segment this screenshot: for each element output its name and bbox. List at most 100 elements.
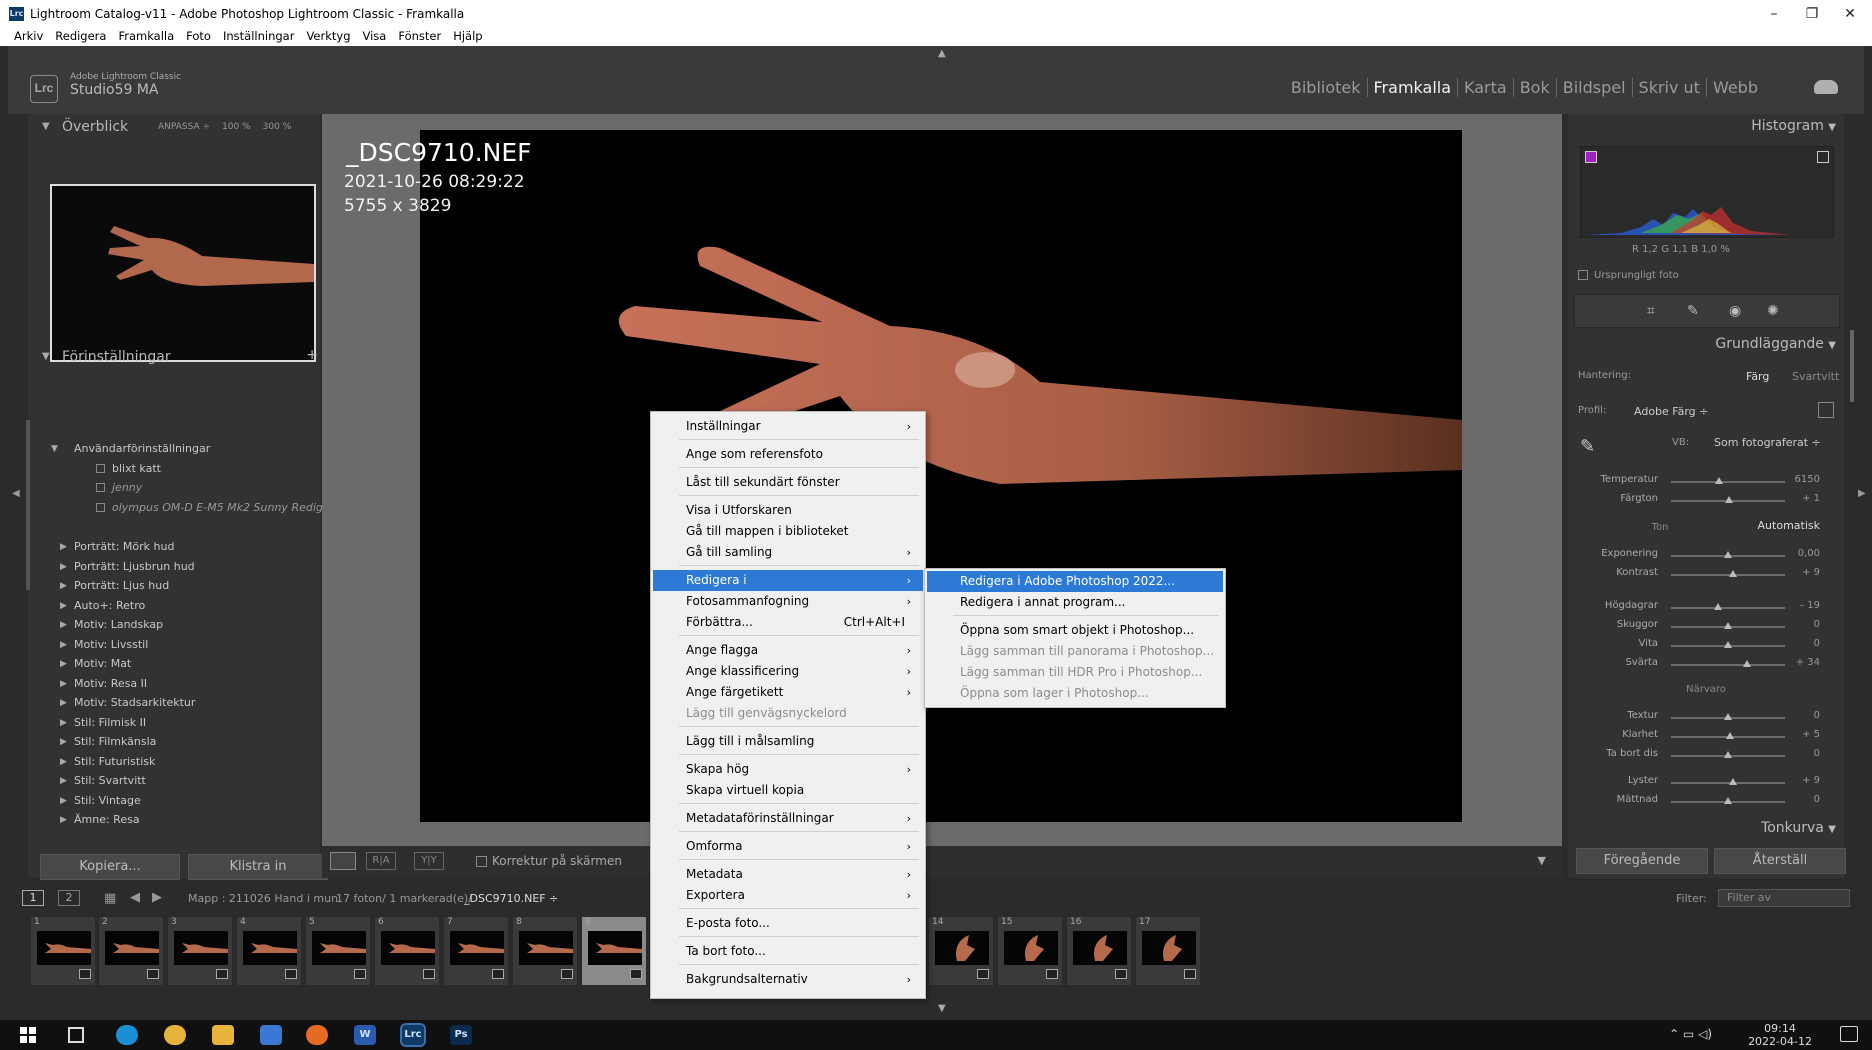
slider-handle[interactable]: [1728, 778, 1737, 785]
preset-group[interactable]: ▶ Porträtt: Ljus hud: [28, 577, 320, 595]
context-menu-item[interactable]: Skapa virtuell kopia: [653, 780, 923, 801]
taskbar-chrome-icon[interactable]: [164, 1025, 186, 1045]
previous-button[interactable]: Föregående: [1576, 848, 1708, 874]
filter-select[interactable]: Filter av: [1718, 889, 1850, 907]
crop-icon[interactable]: ⌗: [1647, 303, 1655, 319]
context-menu-item[interactable]: Ange flagga ›: [653, 640, 923, 661]
forward-arrow-icon[interactable]: ▶: [152, 890, 162, 905]
preset-group[interactable]: ▶ Auto+: Retro: [28, 597, 320, 615]
preset-item[interactable]: blixt katt: [28, 460, 320, 478]
module-webb[interactable]: Webb: [1705, 78, 1764, 97]
preset-item[interactable]: olympus OM-D E-M5 Mk2 Sunny Redigerad: [28, 499, 348, 517]
filmstrip-thumb[interactable]: 2: [98, 916, 164, 986]
taskbar-word-icon[interactable]: W: [354, 1025, 376, 1045]
slider-handle[interactable]: [1724, 751, 1732, 758]
slider-value[interactable]: – 19: [1786, 600, 1820, 611]
preset-group[interactable]: ▶ Motiv: Mat: [28, 655, 320, 673]
windows-start-icon[interactable]: [20, 1027, 36, 1043]
slider-row[interactable]: Textur 0: [1568, 710, 1844, 726]
taskbar-store-icon[interactable]: [260, 1025, 282, 1045]
auto-button[interactable]: Automatisk: [1758, 519, 1820, 532]
basic-panel-header[interactable]: Grundläggande ▼: [1715, 336, 1836, 352]
menu-redigera[interactable]: Redigera: [49, 28, 112, 45]
slider-value[interactable]: + 1: [1786, 493, 1820, 504]
tray-icons[interactable]: ⌃ ▭ ◁): [1669, 1027, 1712, 1041]
filmstrip-thumb[interactable]: 1: [30, 916, 96, 986]
photo-canvas[interactable]: [420, 130, 1462, 822]
healing-brush-icon[interactable]: ✎: [1687, 303, 1699, 319]
preset-group[interactable]: ▶ Stil: Vintage: [28, 792, 320, 810]
module-bok[interactable]: Bok: [1512, 78, 1556, 97]
filmstrip-thumb[interactable]: 7: [443, 916, 509, 986]
profile-select[interactable]: Adobe Färg ÷: [1634, 405, 1708, 418]
slider-row[interactable]: Skuggor 0: [1568, 619, 1844, 635]
right-panel-toggle-icon[interactable]: ▶: [1858, 488, 1866, 499]
taskbar-edge-icon[interactable]: [116, 1025, 138, 1045]
tone-curve-header[interactable]: Tonkurva ▼: [1761, 820, 1836, 836]
slider-value[interactable]: 0,00: [1786, 548, 1820, 559]
filmstrip-thumb[interactable]: 17: [1135, 916, 1201, 986]
wb-select[interactable]: Som fotograferat ÷: [1714, 436, 1821, 449]
context-menu-item[interactable]: Omforma ›: [653, 836, 923, 857]
task-view-icon[interactable]: [68, 1027, 84, 1043]
slider-handle[interactable]: [1724, 713, 1732, 720]
slider-track[interactable]: [1671, 481, 1785, 483]
slider-handle[interactable]: [1714, 477, 1723, 484]
slider-row[interactable]: Exponering 0,00: [1568, 548, 1844, 564]
menu-arkiv[interactable]: Arkiv: [0, 28, 49, 45]
collapse-top-icon[interactable]: ▲: [938, 48, 946, 59]
taskbar-firefox-icon[interactable]: [306, 1025, 328, 1045]
preset-item[interactable]: jenny: [28, 479, 320, 497]
preset-group[interactable]: ▶ Motiv: Stadsarkitektur: [28, 694, 320, 712]
context-menu-item[interactable]: Exportera ›: [653, 885, 923, 906]
menu-foto[interactable]: Foto: [180, 28, 217, 45]
toolbar-menu-icon[interactable]: ▼: [1538, 854, 1546, 867]
collapse-bottom-icon[interactable]: ▼: [938, 1003, 946, 1014]
submenu-item[interactable]: Redigera i annat program...: [927, 592, 1223, 613]
slider-row[interactable]: Färgton + 1: [1568, 493, 1844, 509]
source-path[interactable]: Mapp : 211026 Hand i mun: [188, 892, 338, 905]
context-menu-item[interactable]: Inställningar ›: [653, 416, 923, 437]
preset-group[interactable]: ▶ Stil: Filmkänsla: [28, 733, 320, 751]
taskbar-photoshop-icon[interactable]: Ps: [450, 1025, 472, 1045]
before-after-split-icon[interactable]: Y|Y: [414, 852, 444, 870]
preset-group[interactable]: ▶ Stil: Futuristisk: [28, 753, 320, 771]
slider-handle[interactable]: [1713, 603, 1722, 610]
zoom-300[interactable]: 300 %: [263, 122, 292, 132]
context-menu-item[interactable]: Ange färgetikett ›: [653, 682, 923, 703]
slider-row[interactable]: Klarhet + 5: [1568, 729, 1844, 745]
slider-value[interactable]: + 9: [1786, 775, 1820, 786]
preset-group-user[interactable]: ▼ Användarförinställningar: [28, 440, 320, 458]
taskbar-lightroom-icon[interactable]: Lrc: [400, 1023, 426, 1047]
current-file[interactable]: _DSC9710.NEF ÷: [464, 892, 558, 905]
presets-header[interactable]: ▼ Förinställningar +: [28, 346, 320, 370]
context-menu-item[interactable]: Ta bort foto...: [653, 941, 923, 962]
slider-row[interactable]: Högdagrar – 19: [1568, 600, 1844, 616]
submenu-item[interactable]: Redigera i Adobe Photoshop 2022...: [927, 571, 1223, 592]
filmstrip-thumb[interactable]: 3: [167, 916, 233, 986]
histogram[interactable]: [1580, 146, 1834, 238]
slider-value[interactable]: 0: [1786, 748, 1820, 759]
context-menu-item[interactable]: Gå till mappen i biblioteket: [653, 521, 923, 542]
clock[interactable]: 09:14 2022-04-12: [1748, 1022, 1812, 1048]
close-button[interactable]: ✕: [1830, 3, 1870, 25]
second-window-button[interactable]: 2: [58, 890, 80, 906]
slider-value[interactable]: 0: [1786, 638, 1820, 649]
module-framkalla[interactable]: Framkalla: [1366, 78, 1458, 97]
grid-icon[interactable]: ▦: [104, 891, 116, 906]
slider-handle[interactable]: [1743, 660, 1752, 667]
menu-fonster[interactable]: Fönster: [392, 28, 447, 45]
slider-track[interactable]: [1671, 664, 1785, 666]
slider-value[interactable]: 0: [1786, 619, 1820, 630]
filmstrip-thumb[interactable]: 16: [1066, 916, 1132, 986]
slider-value[interactable]: 0: [1786, 710, 1820, 721]
filmstrip-thumb[interactable]: 4: [236, 916, 302, 986]
context-menu-item[interactable]: Fotosammanfogning ›: [653, 591, 923, 612]
slider-value[interactable]: + 34: [1786, 657, 1820, 668]
preset-group[interactable]: ▶ Motiv: Livsstil: [28, 636, 320, 654]
context-menu-item[interactable]: Ange klassificering ›: [653, 661, 923, 682]
left-panel-toggle-icon[interactable]: ◀: [12, 488, 20, 499]
taskbar-explorer-icon[interactable]: [212, 1025, 234, 1045]
preset-group[interactable]: ▶ Motiv: Resa II: [28, 675, 320, 693]
menu-installningar[interactable]: Inställningar: [217, 28, 300, 45]
